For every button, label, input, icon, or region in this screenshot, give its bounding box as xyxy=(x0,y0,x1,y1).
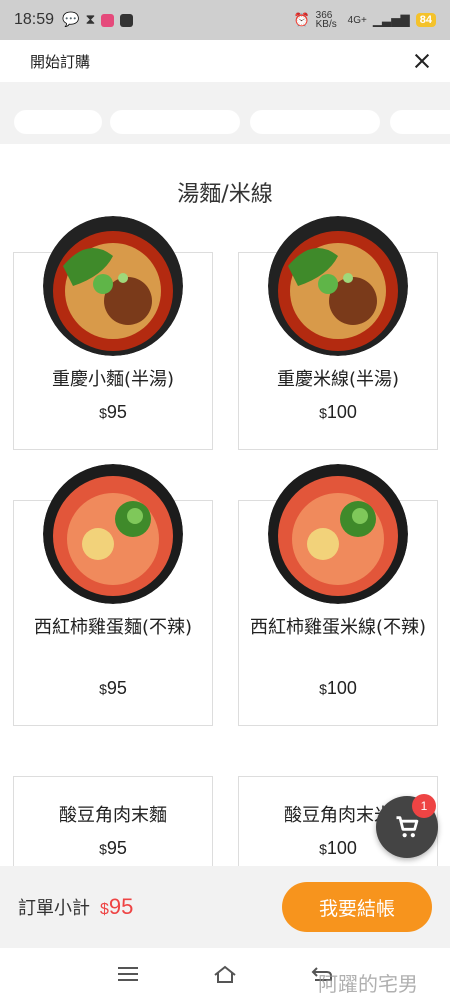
app-icon xyxy=(101,13,115,27)
subtotal-value: $95 xyxy=(100,894,134,919)
home-icon[interactable] xyxy=(210,959,240,989)
cart-count-badge: 1 xyxy=(412,794,436,818)
app-icon-2 xyxy=(120,13,134,27)
order-footer: 訂單小計 $95 我要結帳 xyxy=(0,866,450,948)
item-name: 酸豆角肉末麵 xyxy=(59,805,167,826)
item-name: 重慶小麵(半湯) xyxy=(51,369,175,390)
status-bar: 18:59 💬 ⧗ ⏰ 366 KB/s 4G+ ▁▃▅▇ 84 xyxy=(0,0,450,40)
item-price: $95 xyxy=(99,678,127,698)
item-name: 西紅柿雞蛋米線(不辣) xyxy=(249,617,427,638)
alarm-icon: ⏰ xyxy=(293,12,310,27)
category-chip[interactable] xyxy=(14,110,102,134)
dish-image xyxy=(43,464,183,604)
modal-header: 開始訂購 xyxy=(0,40,450,82)
item-price: $100 xyxy=(319,402,357,422)
category-chip[interactable] xyxy=(110,110,240,134)
system-icons: ⏰ 366 KB/s 4G+ ▁▃▅▇ 84 xyxy=(293,10,436,30)
item-price: $100 xyxy=(319,678,357,698)
dish-image xyxy=(268,216,408,356)
category-filter-bar xyxy=(0,82,450,144)
dish-image xyxy=(268,464,408,604)
section-title: 湯麵/米線 xyxy=(177,182,273,207)
subtotal-label: 訂單小計 xyxy=(18,898,90,919)
hourglass-icon: ⧗ xyxy=(85,12,96,28)
status-time: 18:59 xyxy=(14,11,55,28)
page-title: 開始訂購 xyxy=(30,52,91,71)
signal-icon: ▁▃▅▇ xyxy=(372,13,410,27)
menu-icon[interactable] xyxy=(113,959,143,989)
checkout-button[interactable]: 我要結帳 xyxy=(282,882,432,932)
item-name: 重慶米線(半湯) xyxy=(276,369,400,390)
item-price: $95 xyxy=(99,402,127,422)
network-speed: 366 KB/s xyxy=(315,10,337,30)
network-type: 4G+ xyxy=(347,14,367,26)
close-icon[interactable] xyxy=(412,51,432,71)
item-price: $95 xyxy=(99,838,127,858)
watermark: 阿躍的宅男 xyxy=(318,972,418,996)
category-chip[interactable] xyxy=(390,110,450,134)
dish-image xyxy=(43,216,183,356)
item-name: 西紅柿雞蛋麵(不辣) xyxy=(33,617,193,638)
notification-icons: 💬 ⧗ xyxy=(62,12,134,28)
cart-icon xyxy=(396,816,419,838)
message-icon: 💬 xyxy=(62,12,80,28)
battery-indicator: 84 xyxy=(415,13,436,27)
category-chip[interactable] xyxy=(250,110,380,134)
